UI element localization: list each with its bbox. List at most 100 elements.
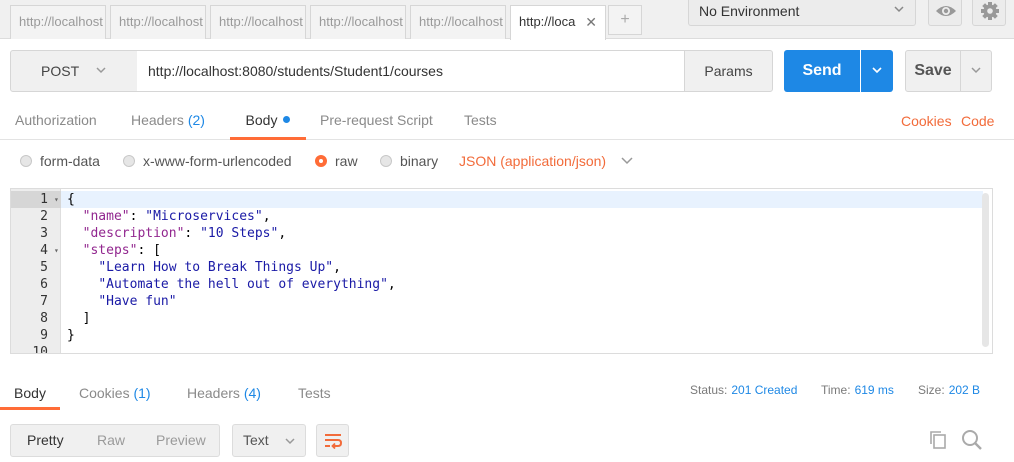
search-icon[interactable] [961,429,983,451]
tab-authorization[interactable]: Authorization [15,104,97,140]
environment-quick-look-button[interactable] [928,0,962,26]
radio-raw[interactable]: raw [315,153,358,169]
code-text: ] [67,310,91,327]
chevron-down-icon [872,67,882,74]
request-tab-2[interactable]: http://localhost [110,5,206,39]
response-size: Size: 202 B [918,383,980,397]
editor-line: 10 [11,344,983,354]
request-section-tabs: Authorization Headers (2) Body Pre-reque… [0,104,1014,140]
send-button[interactable]: Send [784,50,860,92]
chevron-down-icon [621,157,633,165]
params-button[interactable]: Params [684,50,773,92]
editor-line: 1 ▾ { [11,191,983,208]
content-type-select[interactable]: JSON (application/json) [459,153,634,169]
save-options-button[interactable] [960,50,992,92]
radio-circle [315,155,327,167]
size-value[interactable]: 202 B [949,383,980,397]
json-punct: ] [82,311,91,326]
radio-form-data[interactable]: form-data [20,153,100,169]
radio-label: binary [400,153,439,169]
request-tab-label: http://localhost [419,14,503,29]
editor-line: 4 ▾ "steps": [ [11,242,983,259]
code-text: "name": "Microservices", [82,209,271,224]
chevron-down-icon [894,6,904,13]
response-tab-body[interactable]: Body [0,376,60,410]
time-value[interactable]: 619 ms [855,383,894,397]
copy-icon[interactable] [928,430,948,450]
request-tab-3[interactable]: http://localhost [210,5,306,39]
response-format-select[interactable]: Text [232,424,306,457]
cookies-count-badge: (1) [133,385,151,401]
response-tab-tests[interactable]: Tests [298,376,331,410]
modified-dot-icon [283,116,291,123]
line-number: 5 [40,260,48,275]
tab-tests[interactable]: Tests [464,104,497,140]
new-tab-button[interactable]: + [608,5,642,35]
editor-scrollbar[interactable] [982,193,989,347]
code-link[interactable]: Code [961,104,994,138]
editor-line: 9 } [11,327,983,344]
json-string: "Microservices" [145,209,263,224]
code-text: { [67,192,75,207]
code-text: "description": "10 Steps", [82,226,287,241]
tab-label: Headers [131,112,184,128]
editor-line: 3 "description": "10 Steps", [11,225,983,242]
tab-pre-request-script[interactable]: Pre-request Script [320,104,433,140]
code-text: "steps": [ [67,242,161,259]
editor-line: 5 "Learn How to Break Things Up", [11,259,983,276]
response-tab-cookies[interactable]: Cookies (1) [79,376,151,410]
request-tab-label: http://localhost [319,14,403,29]
method-label: POST [41,63,80,79]
request-tab-1[interactable]: http://localhost [10,5,106,39]
url-input[interactable] [137,50,685,92]
eye-icon [936,6,956,16]
settings-button[interactable] [972,0,1006,26]
json-string: "Learn How to Break Things Up" [98,260,334,275]
view-preview-button[interactable]: Preview [156,425,206,456]
request-tab-label: http://localhost [119,14,203,29]
radio-binary[interactable]: binary [380,153,438,169]
content-type-label: JSON (application/json) [459,153,607,169]
line-number: 7 [40,294,48,309]
radio-label: x-www-form-urlencoded [143,153,292,169]
chevron-down-icon [971,67,981,74]
editor-line: 8 ] [11,310,983,327]
tab-label: Headers [187,385,240,401]
environment-select[interactable]: No Environment [688,0,916,26]
radio-circle [20,155,32,167]
view-raw-button[interactable]: Raw [97,425,125,456]
code-text: } [67,328,75,343]
code-text: "Automate the hell out of everything", [98,277,396,292]
fold-icon[interactable]: ▾ [54,242,59,259]
send-options-button[interactable] [861,50,893,92]
json-key: "steps" [82,243,138,258]
line-number: 6 [40,277,48,292]
line-number: 10 [32,345,48,354]
editor-line: 6 "Automate the hell out of everything", [11,276,983,293]
tab-headers[interactable]: Headers (2) [131,104,205,140]
cookies-link[interactable]: Cookies [901,104,952,138]
code-text: "Learn How to Break Things Up", [98,260,341,275]
response-status: Status: 201 Created [690,383,797,397]
radio-circle [380,155,392,167]
method-select[interactable]: POST [10,50,138,92]
wrap-lines-button[interactable] [316,424,349,457]
view-pretty-button[interactable]: Pretty [27,425,64,456]
close-icon[interactable]: ✕ [585,6,597,38]
line-number: 8 [40,311,48,326]
radio-label: raw [335,153,358,169]
tab-label: Cookies [79,385,130,401]
request-tab-4[interactable]: http://localhost [310,5,406,39]
status-value[interactable]: 201 Created [731,383,797,397]
format-label: Text [243,432,269,448]
fold-icon[interactable]: ▾ [54,191,59,208]
save-button[interactable]: Save [905,50,961,92]
response-tab-headers[interactable]: Headers (4) [187,376,261,410]
tab-body[interactable]: Body [230,104,306,140]
code-text: "Have fun" [67,293,176,310]
body-editor[interactable]: 1 ▾ { 2 "name": "Microservices", 3 "desc… [10,188,993,354]
request-tab-5[interactable]: http://localhost [410,5,506,39]
editor-line: 2 "name": "Microservices", [11,208,983,225]
radio-urlencoded[interactable]: x-www-form-urlencoded [123,153,292,169]
request-tab-active[interactable]: http://loca ✕ [510,5,606,40]
